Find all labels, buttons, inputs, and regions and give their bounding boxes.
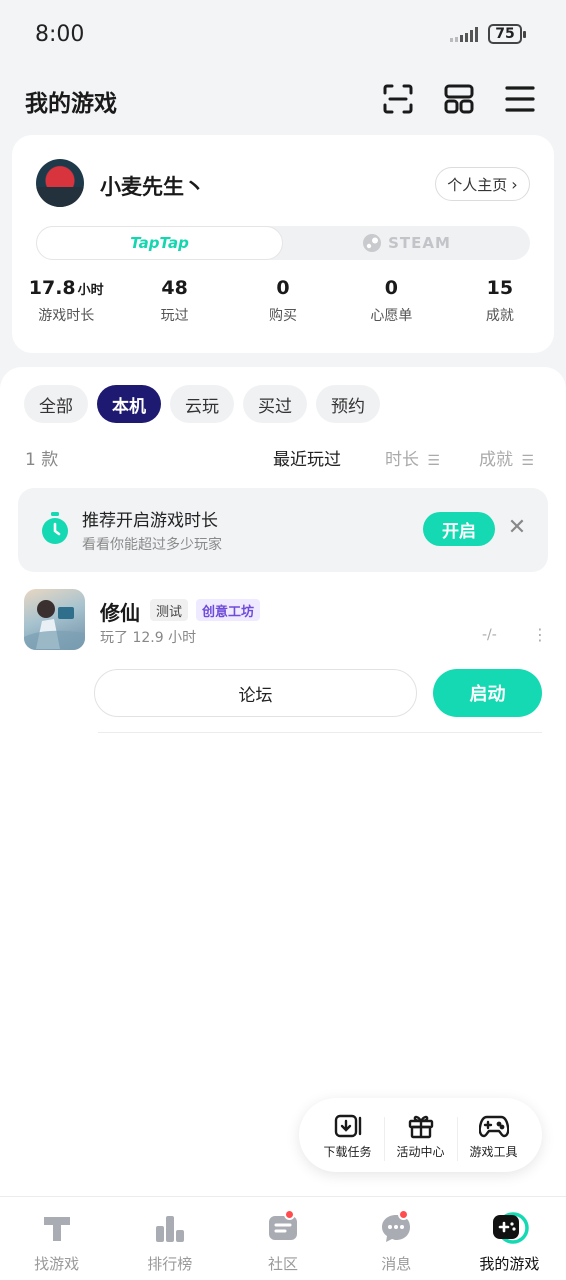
play-time-promo-banner: 推荐开启游戏时长 看看你能超过多少玩家 开启 ✕ [18,488,548,572]
promo-subtitle: 看看你能超过多少玩家 [82,537,222,553]
sort-achievement-label: 成就 [479,450,513,470]
status-bar: 8:00 75 [0,0,566,70]
nav-label: 我的游戏 [479,1255,540,1273]
game-play-time: 玩了 12.9 小时 [100,630,197,646]
profile-home-label: 个人主页 [447,175,508,194]
tag-test: 测试 [150,599,189,621]
sort-recent[interactable]: 最近玩过 [273,445,341,470]
stat-value: 17.8 [28,277,76,299]
floating-tools-panel: 下载任务 活动中心 游戏工具 [299,1098,542,1172]
platform-tab-steam[interactable]: STEAM [283,226,530,260]
download-icon [334,1114,361,1137]
stat-value: 0 [384,277,399,299]
steam-label: STEAM [388,234,451,252]
grid-icon[interactable] [442,82,476,116]
stat-value: 15 [486,277,514,299]
stat-label: 游戏时长 [38,308,95,324]
notification-badge [397,1209,409,1220]
game-list-item[interactable]: 修仙 测试 创意工坊 玩了 12.9 小时 -/- ⋮ 论坛 启动 [0,587,566,737]
filter-tab-reserved[interactable]: 预约 [316,385,380,423]
stat-played[interactable]: 48 玩过 [120,277,228,333]
game-title[interactable]: 修仙 [100,597,140,626]
stat-purchased[interactable]: 0 购买 [229,277,337,333]
page-title: 我的游戏 [25,91,117,117]
profile-card: 小麦先生丶 个人主页 › TapTap STEAM 17.8 小时 游戏时长 48… [12,135,554,353]
sort-icon: ☰ [427,453,440,469]
forum-button[interactable]: 论坛 [94,669,417,717]
sort-time-label: 时长 [385,450,419,470]
sort-by-time[interactable]: 时长 ☰ [385,445,440,470]
taptap-logo-icon [43,1217,70,1241]
tag-workshop: 创意工坊 [196,599,261,621]
profile-home-button[interactable]: 个人主页 › [435,167,530,201]
download-tasks-label: 下载任务 [323,1144,372,1159]
stat-unit: 小时 [77,283,104,298]
nav-label: 消息 [381,1255,412,1273]
divider [98,732,542,733]
filter-tab-local[interactable]: 本机 [97,385,161,423]
nav-label: 社区 [268,1255,299,1273]
enable-play-time-button[interactable]: 开启 [423,512,495,546]
game-artwork-icon [24,600,85,650]
stat-label: 玩过 [160,308,189,324]
stat-value: 0 [276,277,290,299]
stat-label: 成就 [485,308,514,324]
more-options-icon[interactable]: ⋮ [532,625,548,645]
ranking-icon [155,1216,184,1242]
game-count: 1 款 [25,450,59,470]
game-tools-button[interactable]: 游戏工具 [457,1111,530,1161]
gift-icon [408,1115,433,1138]
filter-tab-bought[interactable]: 买过 [243,385,307,423]
stat-play-time[interactable]: 17.8 小时 游戏时长 [12,277,120,333]
stat-value: 48 [161,277,188,299]
launch-button[interactable]: 启动 [433,669,542,717]
nav-community[interactable]: 社区 [226,1197,339,1280]
platform-tab-taptap[interactable]: TapTap [36,226,283,260]
battery-indicator: 75 [488,24,526,44]
chevron-right-icon: › [511,174,518,194]
close-icon[interactable]: ✕ [506,516,528,540]
game-list-sheet: 全部 本机 云玩 买过 预约 1 款 最近玩过 时长 ☰ 成就 ☰ 推荐开启游戏… [0,367,566,1197]
gamepad-icon [478,1115,509,1137]
signal-icon [450,27,478,42]
steam-icon [363,234,382,252]
username[interactable]: 小麦先生丶 [100,171,205,201]
nav-label: 找游戏 [34,1255,80,1273]
top-bar: 我的游戏 [0,70,566,130]
game-icon[interactable] [24,589,85,650]
status-time: 8:00 [35,22,85,47]
stopwatch-icon [42,512,68,544]
activity-center-label: 活动中心 [396,1144,445,1159]
nav-my-games[interactable]: 我的游戏 [453,1197,566,1280]
game-tools-label: 游戏工具 [469,1144,518,1159]
promo-title: 推荐开启游戏时长 [82,511,218,531]
filter-tabs: 全部 本机 云玩 买过 预约 [24,385,380,423]
stats-row: 17.8 小时 游戏时长 48 玩过 0 购买 0 心愿单 15 成就 [12,277,554,333]
sort-icon: ☰ [521,453,534,469]
menu-icon[interactable] [503,82,537,116]
platform-toggle: TapTap STEAM [36,226,530,260]
stat-wishlist[interactable]: 0 心愿单 [337,277,445,333]
bottom-nav: 找游戏 排行榜 社区 消息 我的游戏 [0,1196,566,1280]
stat-achievements[interactable]: 15 成就 [446,277,554,333]
stat-label: 心愿单 [370,308,413,324]
filter-tab-cloud[interactable]: 云玩 [170,385,234,423]
nav-messages[interactable]: 消息 [340,1197,453,1280]
activity-center-button[interactable]: 活动中心 [384,1111,457,1161]
download-tasks-button[interactable]: 下载任务 [311,1111,384,1160]
nav-label: 排行榜 [147,1255,193,1273]
nav-ranking[interactable]: 排行榜 [113,1197,226,1280]
game-score: -/- [482,627,497,643]
nav-find-games[interactable]: 找游戏 [0,1197,113,1280]
scan-icon[interactable] [381,82,415,116]
filter-tab-all[interactable]: 全部 [24,385,88,423]
my-games-icon [493,1212,530,1244]
stat-label: 购买 [269,308,298,324]
sort-by-achievement[interactable]: 成就 ☰ [479,445,534,470]
avatar[interactable] [36,159,84,207]
